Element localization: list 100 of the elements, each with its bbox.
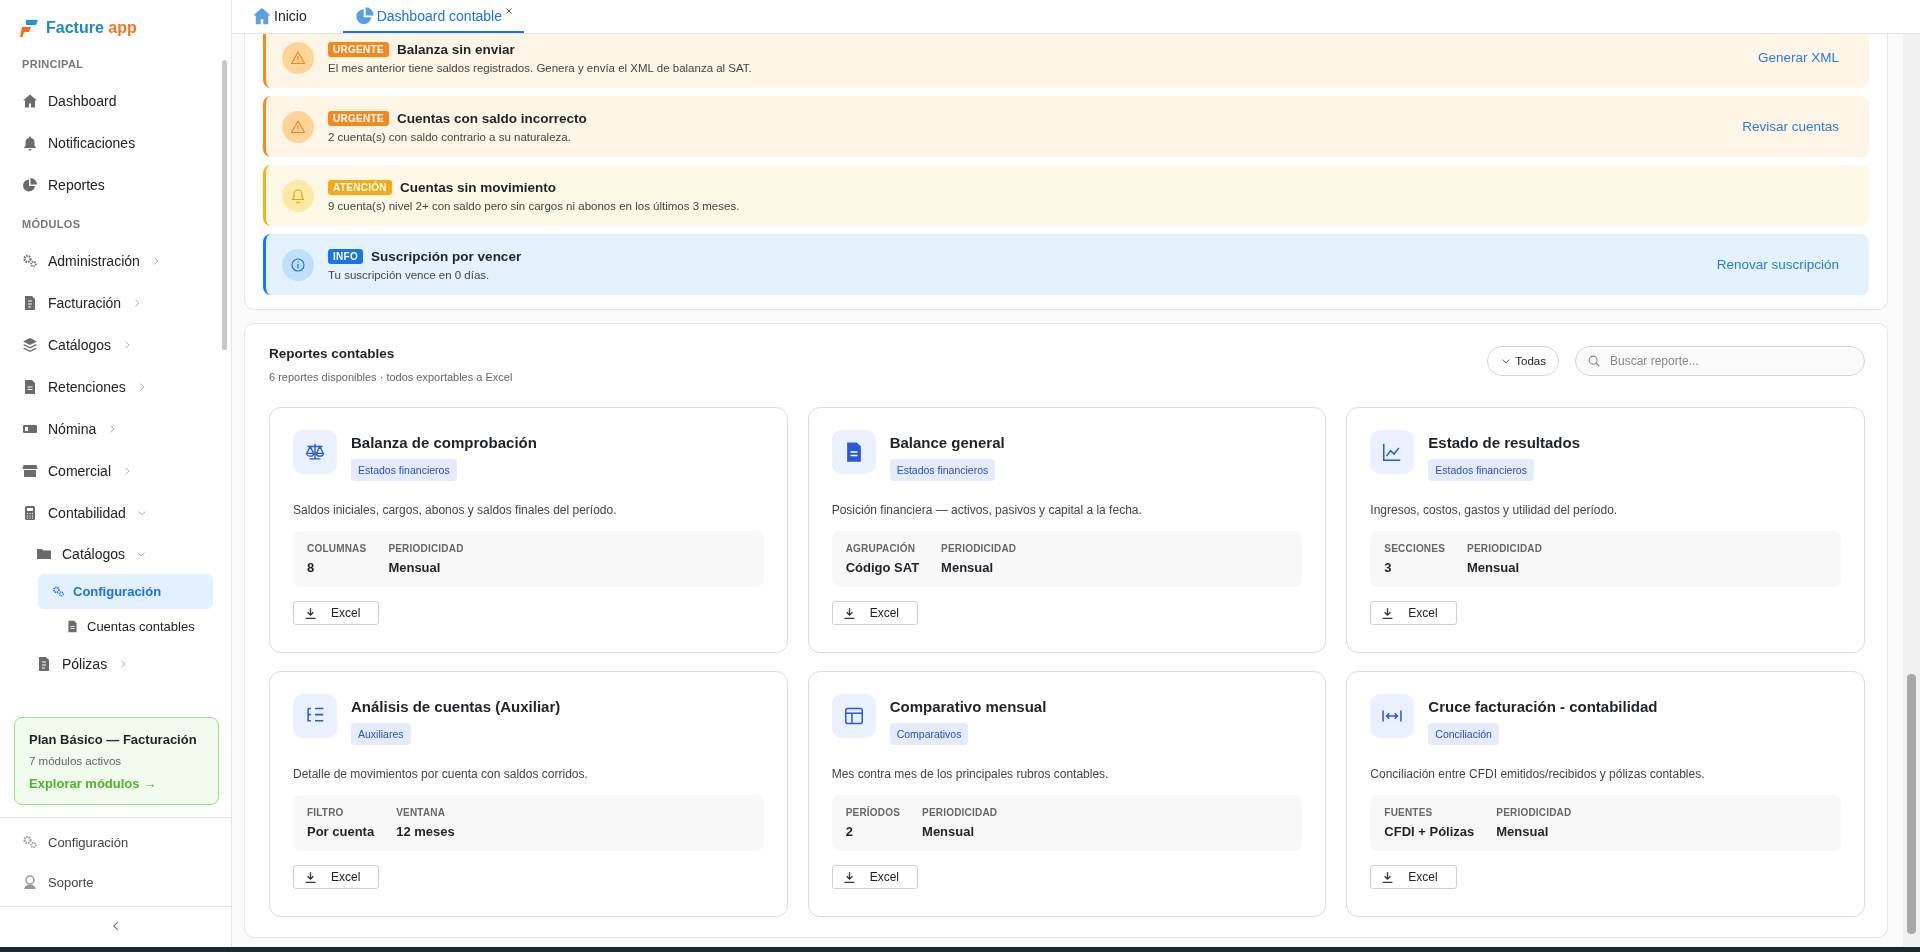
category-tag: Estados financieros: [1428, 459, 1534, 481]
layers-icon: [22, 337, 38, 353]
field-value: 12 meses: [396, 824, 455, 839]
report-description: Posición financiera — activos, pasivos y capital a la fecha.: [831, 503, 1143, 517]
tab[interactable]: Inicio: [252, 0, 317, 33]
field-label: FUENTES: [1384, 807, 1434, 818]
category-tag: Estados financieros: [351, 459, 457, 481]
warning-icon: [290, 49, 306, 66]
nav-item[interactable]: Catálogos: [10, 534, 213, 574]
excel-export-button[interactable]: Excel: [1370, 865, 1457, 889]
alert-action-link[interactable]: Generar XML: [1757, 50, 1839, 65]
nav-item[interactable]: Configuración: [38, 574, 213, 609]
nav-item[interactable]: Cuentas contables: [38, 609, 213, 644]
bell-icon: [22, 135, 38, 151]
field-label: VENTANA: [396, 807, 447, 818]
field-label: SECCIONES: [1384, 543, 1446, 554]
alert-badge: URGENTE: [328, 41, 389, 57]
nav-item[interactable]: Administración: [10, 240, 213, 282]
nav-item[interactable]: Configuración: [10, 822, 225, 862]
alert-title: Cuentas sin movimiento: [399, 179, 556, 195]
report-description: Detalle de movimientos por cuenta con saldos corridos.: [293, 767, 589, 781]
pie-icon: [22, 177, 38, 193]
download-icon: [304, 870, 317, 884]
report-title: Cruce facturación - contabilidad: [1428, 698, 1658, 715]
alert-action-link[interactable]: Renovar suscripción: [1716, 257, 1839, 272]
category-tag: Estados financieros: [889, 459, 996, 481]
section-heading: PRINCIPAL: [21, 57, 85, 72]
report-title: Balanza de comprobación: [351, 434, 537, 451]
bell-outline-icon: [290, 187, 306, 204]
alert-title: Cuentas con saldo incorrecto: [397, 110, 587, 126]
section-subtitle: 6 reportes disponibles · todos exportables a Excel: [269, 371, 513, 383]
field-value: Mensual: [1496, 824, 1550, 839]
report-description: Mes contra mes de los principales rubros contables.: [831, 767, 1110, 781]
house-icon: [252, 5, 272, 26]
field-value: Mensual: [1467, 560, 1521, 575]
field-value: Mensual: [922, 824, 976, 839]
field-label: PERÍODOS: [845, 807, 901, 818]
field-value: Por cuenta: [307, 824, 375, 839]
logo-icon: [20, 18, 40, 38]
field-value: Mensual: [941, 560, 995, 575]
alert-title: Suscripción por vencer: [371, 248, 522, 264]
table-icon: [842, 705, 865, 727]
support-icon: [22, 874, 38, 890]
report-description: Saldos iniciales, cargos, abonos y saldos finales del período.: [293, 503, 618, 517]
download-icon: [304, 606, 317, 620]
document-icon: [66, 620, 79, 633]
scrollbar[interactable]: [1903, 34, 1920, 947]
excel-export-button[interactable]: Excel: [293, 865, 380, 889]
field-value: CFDI + Pólizas: [1384, 824, 1475, 839]
search-field[interactable]: Buscar reporte...: [1575, 346, 1865, 376]
nav-item[interactable]: Notificaciones: [10, 122, 213, 164]
nav-item[interactable]: Dashboard: [10, 80, 213, 122]
alert-badge: INFO: [328, 248, 364, 264]
section-heading: MÓDULOS: [21, 217, 82, 232]
nav-item[interactable]: Reportes: [10, 164, 213, 206]
folder-icon: [36, 546, 52, 562]
store-icon: [22, 463, 38, 479]
scrollbar-thumb[interactable]: [222, 60, 227, 350]
alert-action-link[interactable]: Revisar cuentas: [1742, 119, 1839, 134]
calculator-icon: [22, 505, 38, 521]
nav-item[interactable]: Contabilidad: [10, 492, 213, 534]
nav-item[interactable]: Retenciones: [10, 366, 213, 408]
document-icon: [22, 379, 38, 395]
alert-message: El mes anterior tiene saldos registrados. Genera y envía el XML de balanza al SAT.: [328, 61, 753, 74]
field-label: COLUMNAS: [307, 543, 367, 554]
pie-icon: [354, 5, 375, 26]
field-label: PERIODICIDAD: [388, 543, 464, 554]
field-label: PERIODICIDAD: [1496, 807, 1572, 818]
gears-icon: [22, 253, 38, 269]
alert-badge: URGENTE: [328, 110, 389, 126]
alert-title: Balanza sin enviar: [397, 41, 515, 57]
scale-icon: [304, 441, 326, 463]
nav-item[interactable]: Soporte: [10, 862, 225, 902]
field-label: PERIODICIDAD: [922, 807, 998, 818]
gears-icon: [22, 834, 38, 850]
field-label: FILTRO: [307, 807, 345, 818]
house-icon: [22, 93, 38, 109]
nav-item[interactable]: Facturación: [10, 282, 213, 324]
field-label: PERIODICIDAD: [1467, 543, 1543, 554]
nav-item[interactable]: Nómina: [10, 408, 213, 450]
alert-message: Tu suscripción vence en 0 días.: [328, 268, 491, 281]
excel-export-button[interactable]: Excel: [1370, 601, 1457, 625]
field-value: 3: [1384, 560, 1393, 575]
info-icon: [290, 256, 306, 273]
field-value: Código SAT: [845, 560, 920, 575]
nav-item[interactable]: Pólizas: [10, 644, 213, 684]
nav-item[interactable]: Catálogos: [10, 324, 213, 366]
nav-item[interactable]: Comercial: [10, 450, 213, 492]
download-icon: [842, 606, 856, 620]
excel-export-button[interactable]: Excel: [831, 865, 918, 889]
category-tag: Auxiliares: [351, 723, 411, 745]
excel-export-button[interactable]: Excel: [293, 601, 380, 625]
warning-icon: [290, 118, 306, 135]
app-logo-text: Facture app: [46, 19, 137, 37]
report-title: Comparativo mensual: [889, 698, 1047, 715]
excel-export-button[interactable]: Excel: [831, 601, 918, 625]
field-value: Mensual: [388, 560, 442, 575]
download-icon: [1381, 870, 1395, 884]
receipt-icon: [36, 656, 52, 672]
filter-dropdown[interactable]: Todas: [1487, 346, 1559, 376]
